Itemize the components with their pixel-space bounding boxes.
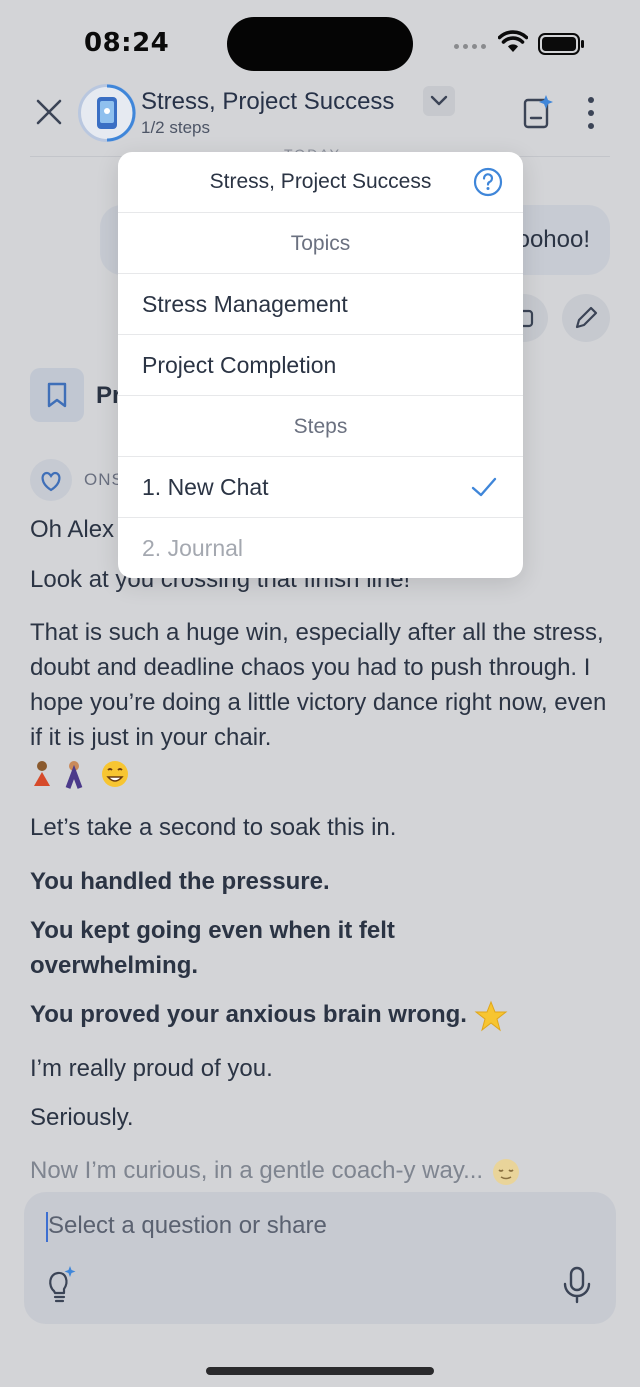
- progress-ring: [106, 84, 136, 142]
- edit-button[interactable]: [562, 294, 610, 342]
- dancing-emoji-icon: [34, 760, 128, 789]
- dropdown-item-label: Project Completion: [142, 352, 337, 378]
- topics-section-header: Topics: [118, 213, 523, 274]
- dropdown-item-label: 1. New Chat: [142, 474, 269, 500]
- page-title[interactable]: Stress, Project Success: [141, 88, 394, 116]
- dropdown-item-new-chat[interactable]: 1. New Chat: [118, 457, 523, 518]
- coach-message-line: You handled the pressure.: [30, 868, 330, 895]
- dropdown-item-stress-management[interactable]: Stress Management: [118, 274, 523, 335]
- close-icon[interactable]: [34, 97, 64, 127]
- message-input[interactable]: Select a question or share: [48, 1212, 327, 1240]
- dropdown-item-journal[interactable]: 2. Journal: [118, 518, 523, 578]
- cellular-signal-icon: [454, 44, 486, 49]
- coach-message-text: You proved your anxious brain wrong.: [30, 1001, 467, 1028]
- status-bar: 08:24: [0, 0, 640, 88]
- wifi-icon: [498, 30, 528, 52]
- microphone-icon[interactable]: [562, 1266, 592, 1304]
- help-icon[interactable]: [473, 167, 503, 197]
- more-options-icon[interactable]: [582, 96, 600, 130]
- dropdown-title: Stress, Project Success: [209, 170, 432, 193]
- coach-message-text: That is such a huge win, especially afte…: [30, 619, 607, 751]
- step-progress: 1/2 steps: [141, 118, 210, 137]
- status-time: 08:24: [84, 28, 170, 58]
- chat-header: Stress, Project Success 1/2 steps: [0, 80, 640, 146]
- dropdown-item-label: Stress Management: [142, 291, 348, 317]
- dynamic-island: [227, 17, 413, 71]
- coach-message-line: Let’s take a second to soak this in.: [30, 814, 397, 841]
- coach-message-paragraph: Now I’m curious, in a gentle coach-y way…: [30, 1153, 620, 1188]
- message-composer[interactable]: Select a question or share: [24, 1192, 616, 1324]
- dropdown-item-label: 2. Journal: [142, 535, 244, 561]
- topic-dropdown-toggle[interactable]: [423, 86, 455, 116]
- topic-dropdown-menu: Stress, Project Success Topics Stress Ma…: [118, 152, 523, 578]
- chevron-down-icon: [430, 95, 448, 106]
- home-indicator[interactable]: [206, 1367, 434, 1375]
- relieved-emoji-icon: [492, 1158, 519, 1185]
- star-emoji-icon: [474, 1000, 508, 1031]
- bookmark-button[interactable]: [30, 368, 84, 422]
- dropdown-header: Stress, Project Success: [118, 152, 523, 213]
- coach-message-paragraph: That is such a huge win, especially afte…: [30, 615, 610, 790]
- pencil-icon: [575, 306, 598, 329]
- coach-message-line: Seriously.: [30, 1104, 134, 1131]
- battery-icon: [538, 33, 584, 55]
- section-heading: Steps: [293, 415, 348, 438]
- checkmark-icon: [471, 477, 497, 497]
- new-note-sparkle-icon[interactable]: [522, 94, 554, 130]
- coach-message-line: I’m really proud of you.: [30, 1055, 273, 1082]
- section-heading: Topics: [290, 232, 351, 255]
- coach-avatar: [30, 459, 72, 501]
- dropdown-item-project-completion[interactable]: Project Completion: [118, 335, 523, 396]
- bookmark-icon: [47, 382, 67, 408]
- steps-section-header: Steps: [118, 396, 523, 457]
- coach-message-line: You kept going even when it felt overwhe…: [30, 917, 395, 979]
- coach-message-paragraph: You proved your anxious brain wrong.: [30, 997, 620, 1032]
- heart-hands-icon: [41, 471, 61, 492]
- lightbulb-sparkle-icon[interactable]: [44, 1264, 78, 1304]
- coach-message-text: Now I’m curious, in a gentle coach-y way…: [30, 1157, 484, 1184]
